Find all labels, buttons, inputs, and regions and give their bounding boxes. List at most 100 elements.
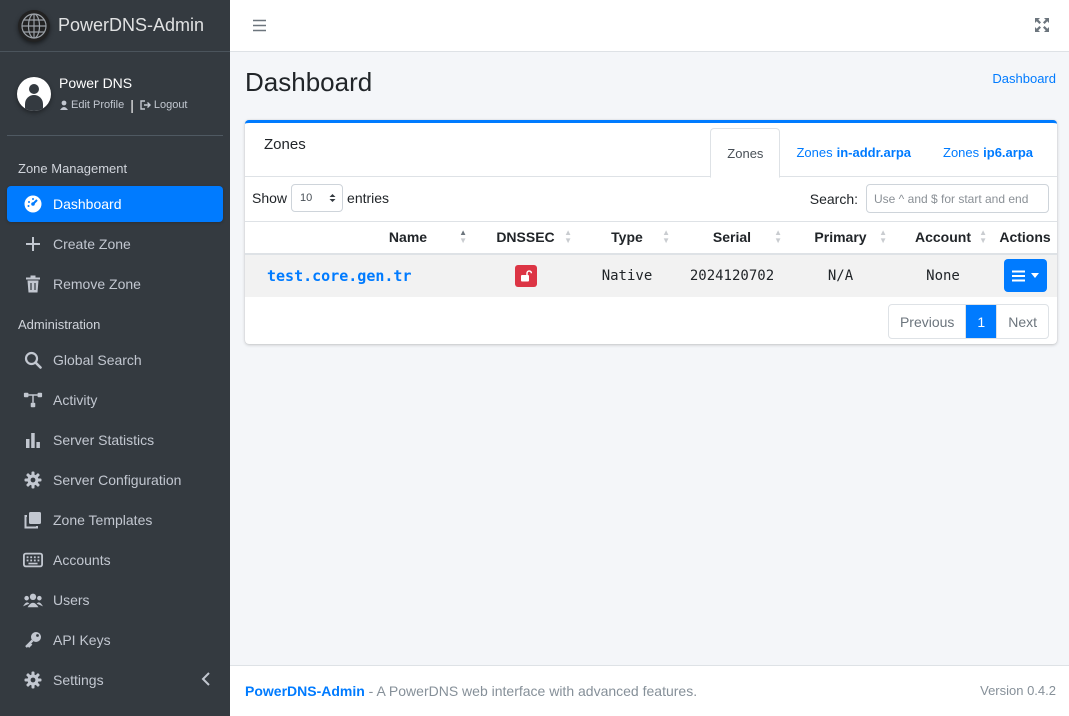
sign-out-icon	[140, 99, 151, 110]
sidebar-item-label: Zone Templates	[53, 512, 153, 528]
user-links-divider: |	[130, 96, 134, 113]
column-header-serial[interactable]: Serial ▲ ▼	[676, 221, 788, 255]
sidebar-item-zone-templates[interactable]: Zone Templates	[7, 502, 223, 538]
show-label: Show	[252, 190, 288, 206]
clone-icon	[23, 511, 43, 529]
list-icon	[1011, 270, 1025, 281]
user-name[interactable]: Power DNS	[59, 75, 188, 91]
edit-profile-label: Edit Profile	[71, 98, 125, 111]
logout-link[interactable]: Logout	[140, 99, 188, 111]
zones-card: Zones Zones Zones in-addr.arpa Zones ip6…	[245, 120, 1057, 344]
zone-serial: 2024120702	[676, 253, 788, 297]
column-header-type[interactable]: Type ▲ ▼	[578, 221, 676, 255]
sidebar-item-dashboard[interactable]: Dashboard	[7, 186, 223, 222]
search-label: Search:	[809, 190, 858, 207]
breadcrumb[interactable]: Dashboard	[992, 71, 1056, 86]
footer-brand-link[interactable]: PowerDNS-Admin	[245, 683, 365, 699]
keyboard-icon	[23, 552, 43, 568]
sidebar-item-create-zone[interactable]: Create Zone	[7, 226, 223, 262]
sort-icon: ▲ ▼	[774, 228, 782, 245]
zone-type: Native	[578, 253, 676, 297]
sidebar-item-label: Activity	[53, 392, 98, 408]
gear-icon	[23, 471, 43, 489]
sort-icon: ▲ ▼	[459, 228, 467, 245]
tab-zones[interactable]: Zones	[710, 128, 781, 178]
sidebar-item-label: Global Search	[53, 352, 142, 368]
sidebar-item-global-search[interactable]: Global Search	[7, 342, 223, 378]
gear-icon	[23, 671, 43, 689]
footer: PowerDNS-Admin - A PowerDNS web interfac…	[230, 665, 1069, 716]
trash-icon	[23, 275, 43, 293]
tab-label-suffix: in-addr.arpa	[836, 145, 911, 160]
zone-name-link[interactable]: test.core.gen.tr	[245, 253, 473, 297]
column-header-name[interactable]: Name ▲ ▼	[245, 221, 473, 255]
zone-primary: N/A	[788, 253, 893, 297]
tab-label: Zones	[943, 145, 980, 160]
menu-toggle-icon[interactable]	[253, 19, 266, 35]
zone-account: None	[893, 253, 993, 297]
footer-version: Version 0.4.2	[980, 683, 1056, 698]
entries-label: entries	[347, 190, 390, 206]
tab-label: Zones	[727, 145, 764, 161]
sidebar-item-label: Settings	[53, 672, 104, 688]
column-header-dnssec[interactable]: DNSSEC ▲ ▼	[473, 221, 578, 255]
plus-icon	[23, 236, 43, 252]
pagination-page-1[interactable]: 1	[965, 305, 997, 338]
sidebar-item-label: Users	[53, 592, 90, 608]
sort-icon: ▲ ▼	[979, 228, 987, 245]
pagination: Previous 1 Next	[887, 304, 1049, 339]
sort-icon: ▲ ▼	[879, 228, 887, 245]
user-icon	[60, 100, 68, 110]
sidebar-item-label: Dashboard	[53, 196, 122, 212]
tab-zones-in-addr-arpa[interactable]: Zones in-addr.arpa	[780, 128, 927, 177]
logout-label: Logout	[153, 98, 188, 111]
entries-select-value: 10	[300, 192, 313, 204]
sidebar-item-label: API Keys	[53, 632, 111, 648]
users-icon	[23, 592, 43, 608]
card-title: Zones	[264, 136, 306, 153]
sidebar-item-settings[interactable]: Settings	[7, 662, 223, 698]
dnssec-unlock-icon[interactable]	[514, 264, 537, 287]
tab-label: Zones	[796, 145, 833, 160]
table-row: test.core.gen.tr Native 2024120702 N/A N…	[245, 253, 1057, 297]
caret-down-icon	[1030, 273, 1039, 278]
sidebar-item-server-statistics[interactable]: Server Statistics	[7, 422, 223, 458]
brand-link[interactable]: PowerDNS-Admin	[0, 0, 230, 52]
sidebar-item-users[interactable]: Users	[7, 582, 223, 618]
sidebar: PowerDNS-Admin Power DNS Edit Profile | …	[0, 0, 230, 716]
entries-select[interactable]: 10	[291, 184, 344, 212]
pagination-next[interactable]: Next	[996, 305, 1048, 338]
column-header-account[interactable]: Account ▲ ▼	[893, 221, 993, 255]
sidebar-item-api-keys[interactable]: API Keys	[7, 622, 223, 658]
pagination-previous[interactable]: Previous	[889, 305, 965, 338]
activity-icon	[23, 391, 43, 409]
user-panel: Power DNS Edit Profile | Logout	[7, 52, 223, 136]
top-navbar	[230, 0, 1069, 52]
globe-logo-icon	[18, 9, 50, 42]
sidebar-item-accounts[interactable]: Accounts	[7, 542, 223, 578]
sidebar-item-remove-zone[interactable]: Remove Zone	[7, 266, 223, 302]
tab-label-suffix: ip6.arpa	[983, 145, 1033, 160]
sort-icon: ▲ ▼	[662, 228, 670, 245]
sidebar-item-label: Remove Zone	[53, 276, 141, 292]
fullscreen-icon[interactable]	[1035, 18, 1049, 35]
dnssec-cell	[473, 253, 578, 297]
sidebar-item-label: Server Statistics	[53, 432, 155, 448]
brand-title: PowerDNS-Admin	[58, 15, 205, 35]
actions-dropdown-button[interactable]	[1003, 259, 1047, 292]
search-icon	[23, 351, 43, 369]
edit-profile-link[interactable]: Edit Profile	[59, 99, 124, 111]
select-arrows-icon	[329, 194, 336, 202]
sidebar-item-label: Create Zone	[53, 236, 131, 252]
bar-chart-icon	[23, 432, 43, 448]
tab-zones-ip6-arpa[interactable]: Zones ip6.arpa	[927, 128, 1049, 177]
footer-tagline: - A PowerDNS web interface with advanced…	[364, 683, 698, 699]
sidebar-item-activity[interactable]: Activity	[7, 382, 223, 418]
column-header-primary[interactable]: Primary ▲ ▼	[788, 221, 893, 255]
search-input[interactable]: Use ^ and $ for start and end	[866, 184, 1049, 213]
sidebar-item-server-configuration[interactable]: Server Configuration	[7, 462, 223, 498]
chevron-left-icon[interactable]	[201, 672, 211, 689]
avatar	[17, 76, 51, 111]
zones-table: Name ▲ ▼ DNSSEC ▲ ▼ Type ▲ ▼ Serial ▲ ▼ Primary ▲…	[245, 221, 1057, 297]
column-header-actions: Actions	[993, 221, 1057, 255]
